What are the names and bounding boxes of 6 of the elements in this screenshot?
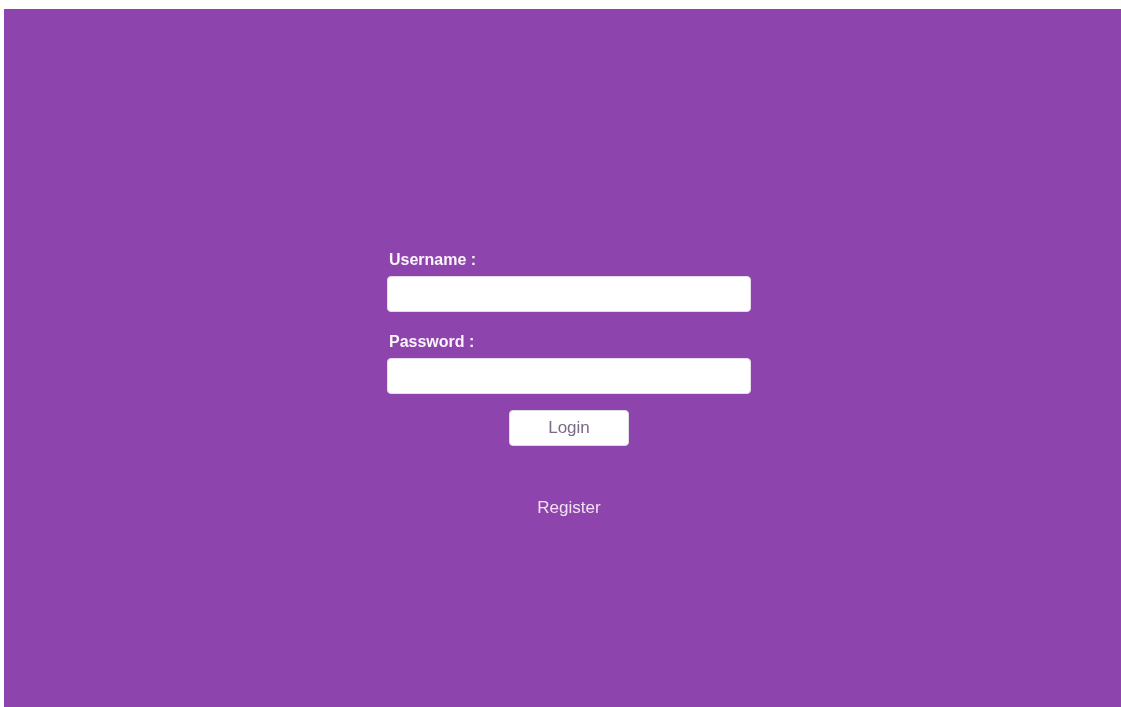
- register-link[interactable]: Register: [537, 498, 601, 518]
- input-field[interactable]: [387, 358, 751, 394]
- input-field[interactable]: [387, 276, 751, 312]
- field-label: Password :: [389, 332, 475, 352]
- login-button[interactable]: Login: [509, 410, 629, 446]
- field-label: Username :: [389, 250, 477, 270]
